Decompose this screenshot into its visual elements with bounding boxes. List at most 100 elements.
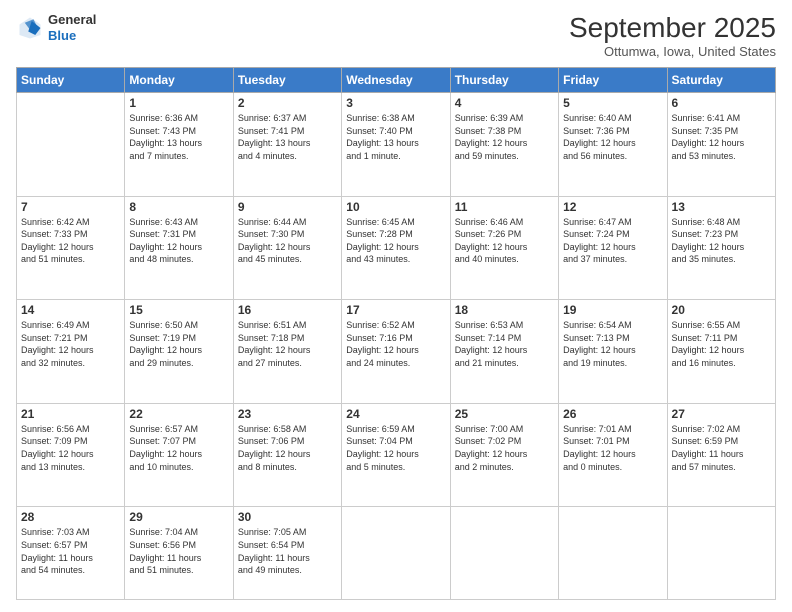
calendar-cell: 13Sunrise: 6:48 AM Sunset: 7:23 PM Dayli… <box>667 196 775 300</box>
day-info: Sunrise: 6:46 AM Sunset: 7:26 PM Dayligh… <box>455 216 554 266</box>
calendar-header-row: SundayMondayTuesdayWednesdayThursdayFrid… <box>17 68 776 93</box>
calendar-cell <box>450 507 558 600</box>
calendar-cell: 7 Sunrise: 6:42 AM Sunset: 7:33 PM Daylig… <box>17 196 125 300</box>
day-info: Sunrise: 6:51 AM Sunset: 7:18 PM Dayligh… <box>238 319 337 369</box>
day-number: 11 <box>455 200 554 214</box>
day-number: 12 <box>563 200 662 214</box>
calendar-table: SundayMondayTuesdayWednesdayThursdayFrid… <box>16 67 776 600</box>
calendar-week-3: 21 Sunrise: 6:56 AM Sunset: 7:09 PM Dayli… <box>17 403 776 507</box>
calendar-cell: 26Sunrise: 7:01 AM Sunset: 7:01 PM Dayli… <box>559 403 667 507</box>
day-info: Sunrise: 7:03 AM Sunset: 6:57 PM Dayligh… <box>21 526 120 576</box>
day-info: Sunrise: 6:55 AM Sunset: 7:11 PM Dayligh… <box>672 319 771 369</box>
day-number: 17 <box>346 303 445 317</box>
calendar-cell: 20 Sunrise: 6:55 AM Sunset: 7:11 PM Dayli… <box>667 300 775 404</box>
calendar-cell <box>17 93 125 197</box>
day-number: 22 <box>129 407 228 421</box>
day-info: Sunrise: 6:58 AM Sunset: 7:06 PM Dayligh… <box>238 423 337 473</box>
col-header-friday: Friday <box>559 68 667 93</box>
day-info: Sunrise: 6:38 AM Sunset: 7:40 PM Dayligh… <box>346 112 445 162</box>
day-info: Sunrise: 7:02 AM Sunset: 6:59 PM Dayligh… <box>672 423 771 473</box>
calendar-cell: 16 Sunrise: 6:51 AM Sunset: 7:18 PM Dayli… <box>233 300 341 404</box>
calendar-week-0: 1Sunrise: 6:36 AM Sunset: 7:43 PM Daylig… <box>17 93 776 197</box>
day-number: 16 <box>238 303 337 317</box>
calendar-cell: 19Sunrise: 6:54 AM Sunset: 7:13 PM Dayli… <box>559 300 667 404</box>
day-number: 18 <box>455 303 554 317</box>
day-info: Sunrise: 7:04 AM Sunset: 6:56 PM Dayligh… <box>129 526 228 576</box>
day-number: 4 <box>455 96 554 110</box>
calendar-cell: 24Sunrise: 6:59 AM Sunset: 7:04 PM Dayli… <box>342 403 450 507</box>
day-info: Sunrise: 7:00 AM Sunset: 7:02 PM Dayligh… <box>455 423 554 473</box>
col-header-wednesday: Wednesday <box>342 68 450 93</box>
day-info: Sunrise: 6:56 AM Sunset: 7:09 PM Dayligh… <box>21 423 120 473</box>
location: Ottumwa, Iowa, United States <box>569 44 776 59</box>
day-number: 7 <box>21 200 120 214</box>
day-info: Sunrise: 6:47 AM Sunset: 7:24 PM Dayligh… <box>563 216 662 266</box>
logo-text: General Blue <box>48 12 96 43</box>
col-header-monday: Monday <box>125 68 233 93</box>
day-info: Sunrise: 6:37 AM Sunset: 7:41 PM Dayligh… <box>238 112 337 162</box>
calendar-week-4: 28 Sunrise: 7:03 AM Sunset: 6:57 PM Dayli… <box>17 507 776 600</box>
day-info: Sunrise: 6:59 AM Sunset: 7:04 PM Dayligh… <box>346 423 445 473</box>
calendar-week-2: 14 Sunrise: 6:49 AM Sunset: 7:21 PM Dayli… <box>17 300 776 404</box>
day-info: Sunrise: 7:05 AM Sunset: 6:54 PM Dayligh… <box>238 526 337 576</box>
calendar-cell: 9 Sunrise: 6:44 AM Sunset: 7:30 PM Daylig… <box>233 196 341 300</box>
calendar-cell: 11 Sunrise: 6:46 AM Sunset: 7:26 PM Dayli… <box>450 196 558 300</box>
day-number: 10 <box>346 200 445 214</box>
day-number: 30 <box>238 510 337 524</box>
day-number: 15 <box>129 303 228 317</box>
day-number: 20 <box>672 303 771 317</box>
day-number: 3 <box>346 96 445 110</box>
day-number: 25 <box>455 407 554 421</box>
calendar-cell: 21 Sunrise: 6:56 AM Sunset: 7:09 PM Dayli… <box>17 403 125 507</box>
calendar-cell <box>667 507 775 600</box>
title-block: September 2025 Ottumwa, Iowa, United Sta… <box>569 12 776 59</box>
calendar-cell: 12 Sunrise: 6:47 AM Sunset: 7:24 PM Dayli… <box>559 196 667 300</box>
day-info: Sunrise: 6:49 AM Sunset: 7:21 PM Dayligh… <box>21 319 120 369</box>
day-number: 28 <box>21 510 120 524</box>
col-header-saturday: Saturday <box>667 68 775 93</box>
day-number: 2 <box>238 96 337 110</box>
logo-icon <box>16 14 44 42</box>
calendar-cell: 2 Sunrise: 6:37 AM Sunset: 7:41 PM Daylig… <box>233 93 341 197</box>
day-number: 21 <box>21 407 120 421</box>
calendar-cell: 8Sunrise: 6:43 AM Sunset: 7:31 PM Daylig… <box>125 196 233 300</box>
calendar-cell: 5Sunrise: 6:40 AM Sunset: 7:36 PM Daylig… <box>559 93 667 197</box>
day-number: 5 <box>563 96 662 110</box>
logo-general: General <box>48 12 96 28</box>
page-header: General Blue September 2025 Ottumwa, Iow… <box>16 12 776 59</box>
logo-blue: Blue <box>48 28 96 44</box>
day-number: 14 <box>21 303 120 317</box>
calendar-cell: 4 Sunrise: 6:39 AM Sunset: 7:38 PM Daylig… <box>450 93 558 197</box>
calendar-cell: 1Sunrise: 6:36 AM Sunset: 7:43 PM Daylig… <box>125 93 233 197</box>
calendar-cell: 23 Sunrise: 6:58 AM Sunset: 7:06 PM Dayli… <box>233 403 341 507</box>
day-info: Sunrise: 6:50 AM Sunset: 7:19 PM Dayligh… <box>129 319 228 369</box>
calendar-cell: 3 Sunrise: 6:38 AM Sunset: 7:40 PM Daylig… <box>342 93 450 197</box>
day-info: Sunrise: 6:57 AM Sunset: 7:07 PM Dayligh… <box>129 423 228 473</box>
calendar-cell: 29Sunrise: 7:04 AM Sunset: 6:56 PM Dayli… <box>125 507 233 600</box>
day-info: Sunrise: 6:53 AM Sunset: 7:14 PM Dayligh… <box>455 319 554 369</box>
calendar-cell: 10 Sunrise: 6:45 AM Sunset: 7:28 PM Dayli… <box>342 196 450 300</box>
col-header-tuesday: Tuesday <box>233 68 341 93</box>
calendar-cell: 30 Sunrise: 7:05 AM Sunset: 6:54 PM Dayli… <box>233 507 341 600</box>
calendar-cell: 14 Sunrise: 6:49 AM Sunset: 7:21 PM Dayli… <box>17 300 125 404</box>
col-header-thursday: Thursday <box>450 68 558 93</box>
day-info: Sunrise: 6:44 AM Sunset: 7:30 PM Dayligh… <box>238 216 337 266</box>
day-number: 26 <box>563 407 662 421</box>
day-info: Sunrise: 6:52 AM Sunset: 7:16 PM Dayligh… <box>346 319 445 369</box>
day-number: 9 <box>238 200 337 214</box>
day-info: Sunrise: 6:45 AM Sunset: 7:28 PM Dayligh… <box>346 216 445 266</box>
day-info: Sunrise: 6:39 AM Sunset: 7:38 PM Dayligh… <box>455 112 554 162</box>
day-number: 1 <box>129 96 228 110</box>
day-info: Sunrise: 6:41 AM Sunset: 7:35 PM Dayligh… <box>672 112 771 162</box>
day-info: Sunrise: 6:54 AM Sunset: 7:13 PM Dayligh… <box>563 319 662 369</box>
day-number: 23 <box>238 407 337 421</box>
col-header-sunday: Sunday <box>17 68 125 93</box>
calendar-cell: 28 Sunrise: 7:03 AM Sunset: 6:57 PM Dayli… <box>17 507 125 600</box>
calendar-cell: 18 Sunrise: 6:53 AM Sunset: 7:14 PM Dayli… <box>450 300 558 404</box>
day-info: Sunrise: 6:42 AM Sunset: 7:33 PM Dayligh… <box>21 216 120 266</box>
calendar-cell: 15 Sunrise: 6:50 AM Sunset: 7:19 PM Dayli… <box>125 300 233 404</box>
calendar-cell: 22 Sunrise: 6:57 AM Sunset: 7:07 PM Dayli… <box>125 403 233 507</box>
day-number: 13 <box>672 200 771 214</box>
calendar-week-1: 7 Sunrise: 6:42 AM Sunset: 7:33 PM Daylig… <box>17 196 776 300</box>
calendar-cell: 17 Sunrise: 6:52 AM Sunset: 7:16 PM Dayli… <box>342 300 450 404</box>
